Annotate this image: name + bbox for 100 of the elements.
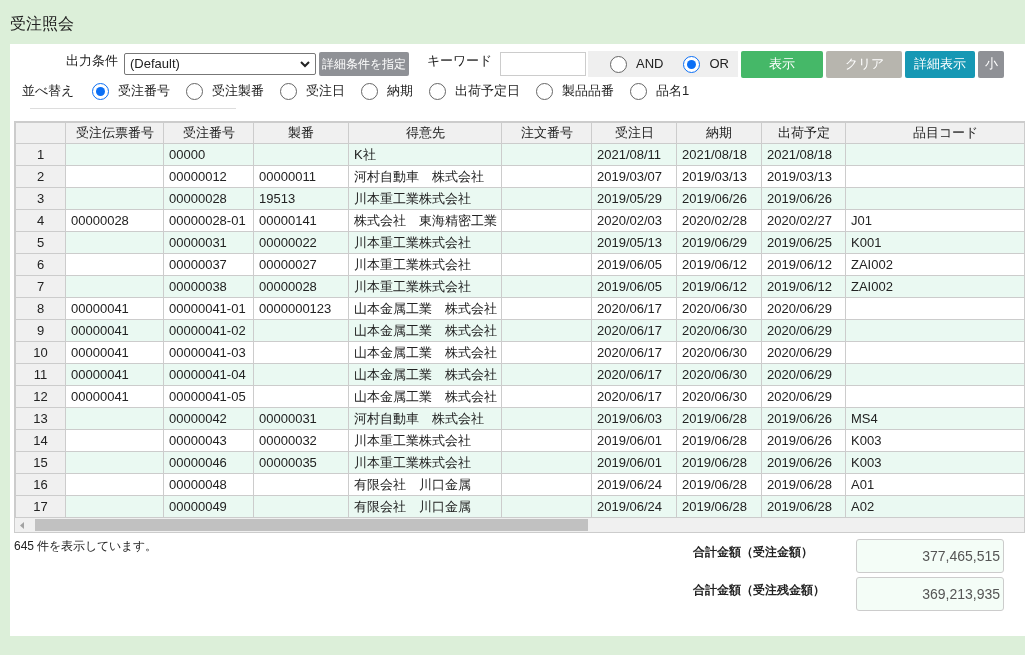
table-cell: 2019/06/12 (682, 256, 748, 272)
total-amount-field: 377,465,515 (856, 539, 1004, 573)
table-cell: 2019/06/26 (767, 432, 833, 448)
table-cell: 2020/06/17 (597, 344, 663, 360)
table-cell: 川本重工業株式会社 (354, 278, 471, 294)
table-cell: 2019/06/03 (597, 410, 663, 426)
table-cell: MS4 (851, 410, 878, 426)
column-header[interactable]: 注文番号 (501, 122, 592, 144)
table-cell: 00000041-03 (169, 344, 246, 360)
table-cell: 00000028 (259, 278, 317, 294)
table-cell: 2021/08/18 (682, 146, 748, 162)
table-cell: 2019/06/26 (682, 190, 748, 206)
table-cell: 00000048 (169, 476, 227, 492)
scroll-left-icon[interactable] (20, 521, 25, 529)
column-header[interactable]: 受注番号 (163, 122, 254, 144)
table-cell: 有限会社 川口金属 (354, 498, 471, 514)
table-cell: 2019/06/25 (767, 234, 833, 250)
column-header[interactable]: 受注日 (591, 122, 677, 144)
table-cell: 河村自動車 株式会社 (354, 168, 484, 184)
match-mode-radio[interactable]: OR (683, 54, 729, 74)
table-cell: A01 (851, 476, 875, 492)
table-cell: 00000031 (169, 234, 227, 250)
table-cell: 2020/06/17 (597, 366, 663, 382)
table-cell: 2019/06/01 (597, 454, 663, 470)
table-cell: 2019/06/29 (682, 234, 748, 250)
table-cell: 株式会社 東海精密工業 (354, 212, 497, 228)
table-cell: 00000041 (71, 388, 129, 404)
table-cell: 00000041 (71, 322, 129, 338)
condition-select[interactable]: (Default) (124, 53, 316, 75)
table-cell: 2020/06/30 (682, 300, 748, 316)
table-cell: 00000046 (169, 454, 227, 470)
total-amount-field: 369,213,935 (856, 577, 1004, 611)
table-cell: 00000041 (71, 300, 129, 316)
table-cell: 00000041-01 (169, 300, 246, 316)
table-cell: 山本金属工業 株式会社 (354, 366, 497, 382)
scrollbar-thumb[interactable] (35, 519, 588, 531)
table-cell: 2019/06/28 (682, 476, 748, 492)
table-cell: 00000027 (259, 256, 317, 272)
table-cell: K社 (354, 146, 376, 162)
table-cell: 00000011 (259, 168, 316, 184)
column-header[interactable]: 受注伝票番号 (65, 122, 164, 144)
table-cell: 川本重工業株式会社 (354, 234, 471, 250)
column-header[interactable]: 納期 (676, 122, 762, 144)
column-header[interactable]: 出荷予定 (761, 122, 846, 144)
keyword-label: キーワード (427, 52, 492, 71)
row-number: 1 (15, 143, 66, 166)
table-cell: 川本重工業株式会社 (354, 454, 471, 470)
table-cell: 00000043 (169, 432, 227, 448)
table-cell: 00000038 (169, 278, 227, 294)
keyword-field[interactable] (500, 52, 586, 76)
table-cell: A02 (851, 498, 875, 514)
row-number: 6 (15, 253, 66, 276)
table-cell: 2019/06/26 (767, 190, 833, 206)
table-cell: 2019/03/07 (597, 168, 663, 184)
horizontal-scrollbar[interactable] (15, 518, 1024, 532)
table-cell: 川本重工業株式会社 (354, 256, 471, 272)
table-cell: 2019/06/28 (682, 498, 748, 514)
match-mode-radio[interactable]: AND (610, 54, 664, 74)
table-cell: 2020/06/29 (767, 300, 833, 316)
column-header[interactable]: 得意先 (348, 122, 502, 144)
sort-radio[interactable]: 納期 (361, 81, 413, 101)
row-number: 2 (15, 165, 66, 188)
table-cell: 00000041-02 (169, 322, 246, 338)
table-cell: 2019/06/24 (597, 476, 663, 492)
column-header[interactable]: 製番 (253, 122, 349, 144)
table-cell: 2019/06/12 (767, 256, 833, 272)
table-cell: 2019/06/05 (597, 256, 663, 272)
table-cell: ZAI002 (851, 278, 893, 294)
sort-radio[interactable]: 受注製番 (186, 81, 264, 101)
table-cell: ZAI002 (851, 256, 893, 272)
row-number: 17 (15, 495, 66, 518)
table-cell: 2020/06/30 (682, 388, 748, 404)
column-header[interactable]: 品目コード (845, 122, 1024, 144)
sort-radio[interactable]: 受注日 (280, 81, 345, 101)
sort-radio[interactable]: 受注番号 (92, 81, 170, 101)
table-cell: 2019/03/13 (682, 168, 748, 184)
table-cell: 2020/02/27 (767, 212, 833, 228)
table-cell: 2020/06/17 (597, 300, 663, 316)
table-cell: 山本金属工業 株式会社 (354, 344, 497, 360)
sort-radio[interactable]: 品名1 (630, 81, 690, 101)
table-cell: 00000041 (71, 366, 129, 382)
table-cell: 2021/08/11 (597, 146, 662, 162)
total-label: 合計金額（受注金額） (693, 544, 814, 561)
table-cell: 河村自動車 株式会社 (354, 410, 484, 426)
table-cell: 0000000123 (259, 300, 332, 316)
table-cell: 00000042 (169, 410, 227, 426)
table-cell: 2019/05/13 (597, 234, 663, 250)
sort-radio[interactable]: 出荷予定日 (429, 81, 520, 101)
table-cell: J01 (851, 212, 872, 228)
table-cell: 2020/02/03 (597, 212, 663, 228)
table-cell: K001 (851, 234, 882, 250)
row-number: 13 (15, 407, 66, 430)
sort-radio[interactable]: 製品品番 (536, 81, 614, 101)
table-cell: 2019/06/26 (767, 454, 833, 470)
row-number: 12 (15, 385, 66, 408)
table-cell: 00000049 (169, 498, 227, 514)
table-cell: 00000031 (259, 410, 317, 426)
row-number: 7 (15, 275, 66, 298)
row-number: 3 (15, 187, 66, 210)
table-cell: 00000028-01 (169, 212, 246, 228)
